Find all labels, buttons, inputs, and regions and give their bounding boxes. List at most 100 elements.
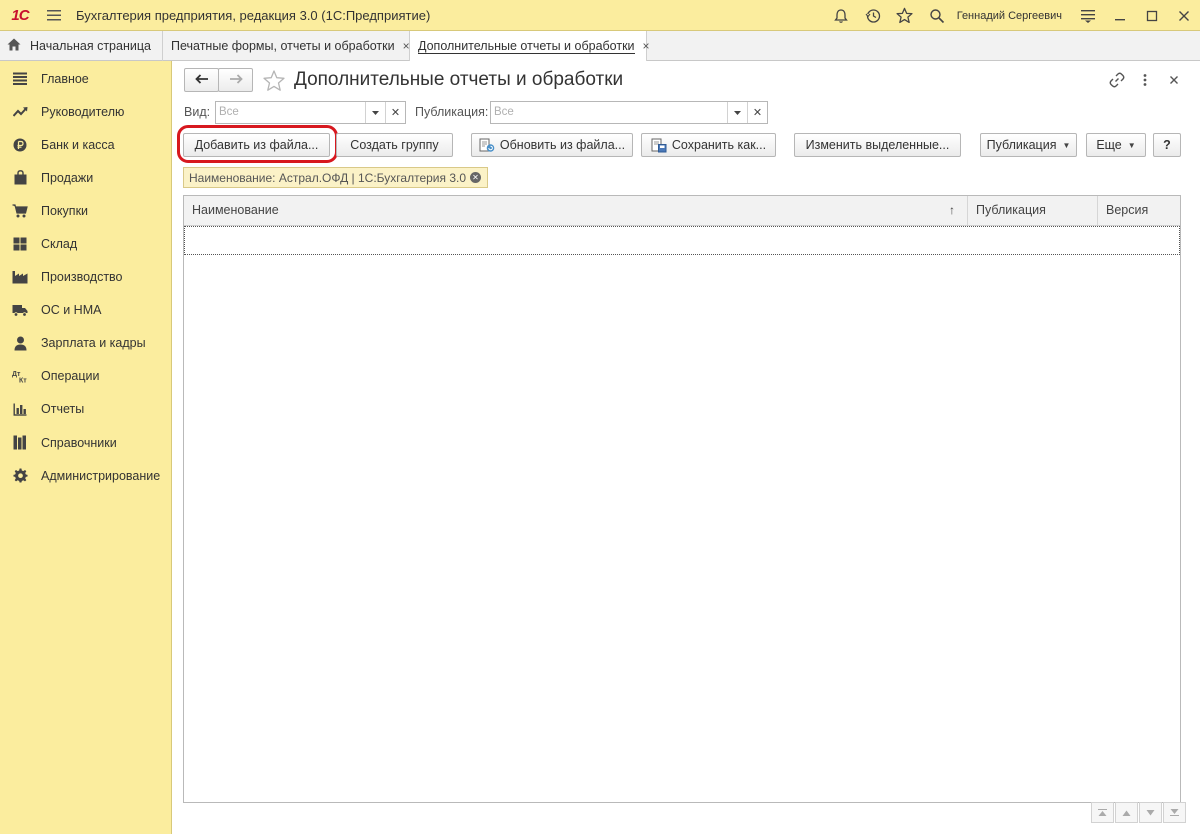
help-button[interactable]: ? — [1153, 133, 1181, 157]
sidebar-item-label: Зарплата и кадры — [41, 336, 146, 351]
more-menu-label: Еще — [1096, 138, 1122, 152]
sidebar-item-label: Операции — [41, 369, 100, 384]
ruble-icon — [12, 137, 28, 153]
tab-home-label: Начальная страница — [30, 39, 151, 53]
sidebar-item-production[interactable]: Производство — [0, 261, 171, 294]
sort-ascending-icon: ↑ — [949, 203, 955, 217]
arrow-right-icon — [229, 73, 243, 87]
sidebar-item-fixed-assets[interactable]: ОС и НМА — [0, 294, 171, 327]
books-icon — [12, 435, 28, 451]
factory-icon — [12, 269, 28, 285]
sidebar-item-catalogs[interactable]: Справочники — [0, 426, 171, 459]
person-icon — [12, 335, 28, 351]
scroll-down-icon[interactable] — [1139, 802, 1162, 823]
sidebar-item-label: Производство — [41, 270, 123, 285]
scroll-to-bottom-icon[interactable] — [1163, 802, 1186, 823]
sidebar-item-label: ОС и НМА — [41, 303, 102, 318]
caret-down-icon: ▼ — [1062, 140, 1071, 150]
change-selected-label: Изменить выделенные... — [805, 138, 950, 152]
sidebar-item-bank[interactable]: Банк и касса — [0, 128, 171, 161]
sidebar-item-administration[interactable]: Администрирование — [0, 459, 171, 492]
tab-print-forms[interactable]: Печатные формы, отчеты и обработки × — [163, 31, 410, 61]
kind-label: Вид: — [184, 105, 211, 119]
svg-text:Кт: Кт — [19, 378, 27, 384]
minimize-icon[interactable] — [1104, 0, 1136, 31]
more-menu-button[interactable]: Еще ▼ — [1086, 133, 1146, 157]
sidebar-item-manager[interactable]: Руководителю — [0, 95, 171, 128]
column-header-publication[interactable]: Публикация — [968, 196, 1098, 225]
search-icon[interactable] — [921, 0, 953, 31]
dropdown-arrow-icon[interactable] — [727, 102, 747, 123]
sidebar-item-main[interactable]: Главное — [0, 62, 171, 95]
link-icon[interactable] — [1106, 69, 1128, 91]
list-scroll-controls — [1090, 802, 1186, 823]
sidebar-item-label: Администрирование — [41, 468, 161, 483]
tab-close-icon[interactable]: × — [643, 39, 650, 53]
cart-icon — [12, 203, 28, 219]
help-label: ? — [1163, 138, 1171, 152]
app-title: Бухгалтерия предприятия, редакция 3.0 (1… — [76, 7, 431, 23]
page-title: Дополнительные отчеты и обработки — [294, 69, 624, 90]
app-logo[interactable]: 1С — [0, 0, 40, 31]
publication-select[interactable]: Все ✕ — [490, 101, 768, 124]
update-from-file-label: Обновить из файла... — [499, 138, 626, 152]
sidebar-item-label: Склад — [41, 237, 78, 252]
sidebar-item-sales[interactable]: Продажи — [0, 161, 171, 194]
sidebar-item-payroll[interactable]: Зарплата и кадры — [0, 327, 171, 360]
sidebar-item-label: Покупки — [41, 203, 89, 218]
save-file-icon — [651, 138, 667, 153]
column-header-name[interactable]: Наименование ↑ — [184, 196, 968, 225]
scroll-up-icon[interactable] — [1115, 802, 1138, 823]
update-from-file-button[interactable]: Обновить из файла... — [471, 133, 633, 157]
back-button[interactable] — [184, 68, 219, 92]
tab-close-icon[interactable]: × — [403, 39, 410, 53]
column-header-version[interactable]: Версия — [1098, 196, 1180, 225]
sidebar-item-label: Справочники — [41, 435, 117, 450]
publication-select-value: Все — [494, 106, 514, 118]
sidebar-item-label: Руководителю — [41, 104, 125, 119]
save-as-label: Сохранить как... — [671, 138, 767, 152]
kind-select-value: Все — [219, 106, 239, 118]
form-area: Дополнительные отчеты и обработки Вид: В… — [172, 61, 1200, 834]
sidebar-item-warehouse[interactable]: Склад — [0, 227, 171, 260]
caret-down-icon: ▼ — [1127, 140, 1136, 150]
clear-icon[interactable]: ✕ — [385, 102, 405, 123]
publication-menu-label: Публикация — [986, 138, 1057, 152]
scroll-to-top-icon[interactable] — [1091, 802, 1114, 823]
bell-icon[interactable] — [825, 0, 857, 31]
trend-icon — [12, 104, 28, 120]
home-icon — [7, 38, 21, 54]
change-selected-button[interactable]: Изменить выделенные... — [794, 133, 961, 157]
favorites-star-icon[interactable] — [889, 0, 921, 31]
maximize-icon[interactable] — [1136, 0, 1168, 31]
hamburger-menu-icon[interactable] — [40, 0, 68, 31]
add-to-favorites-star-icon[interactable] — [262, 69, 286, 93]
tabs-bar: Начальная страница Печатные формы, отчет… — [0, 31, 1200, 61]
tab-additional-reports[interactable]: Дополнительные отчеты и обработки × — [410, 31, 650, 61]
sidebar-item-purchases[interactable]: Покупки — [0, 194, 171, 227]
history-icon[interactable] — [857, 0, 889, 31]
tab-home[interactable]: Начальная страница — [0, 31, 163, 61]
save-as-button[interactable]: Сохранить как... — [641, 133, 776, 157]
publication-menu-button[interactable]: Публикация ▼ — [980, 133, 1077, 157]
dropdown-arrow-icon[interactable] — [365, 102, 385, 123]
settings-menu-icon[interactable] — [1072, 0, 1104, 31]
forward-button[interactable] — [218, 68, 253, 92]
active-filter-chip[interactable]: Наименование: Астрал.ОФД | 1С:Бухгалтери… — [183, 167, 489, 188]
sidebar-item-reports[interactable]: Отчеты — [0, 393, 171, 426]
clear-icon[interactable]: ✕ — [747, 102, 767, 123]
close-form-icon[interactable] — [1163, 69, 1185, 91]
table-row[interactable] — [184, 226, 1180, 255]
more-vertical-icon[interactable] — [1134, 69, 1156, 91]
processing-list-table[interactable]: Наименование ↑ Публикация Версия — [183, 195, 1181, 803]
dtkt-icon: Дт Кт — [12, 368, 28, 384]
create-group-button[interactable]: Создать группу — [336, 133, 453, 157]
sidebar-item-label: Банк и касса — [41, 137, 115, 152]
kind-select[interactable]: Все ✕ — [215, 101, 406, 124]
remove-filter-icon[interactable]: ✕ — [470, 172, 482, 183]
sidebar-item-operations[interactable]: Дт Кт Операции — [0, 360, 171, 393]
update-file-icon — [479, 138, 495, 153]
current-user[interactable]: Геннадий Сергеевич — [957, 10, 1062, 22]
list-icon — [12, 71, 28, 87]
close-window-icon[interactable] — [1168, 0, 1200, 31]
